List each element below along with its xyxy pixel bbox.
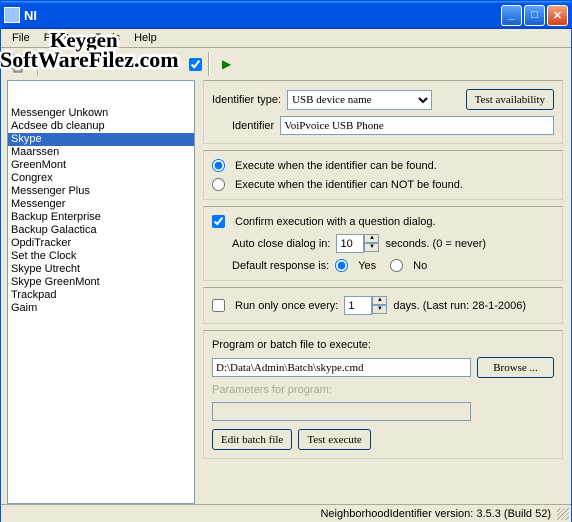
exec-found-label: Execute when the identifier can be found… [235,160,437,172]
sidebar-item[interactable]: Messenger [8,198,194,211]
spinner-up-icon[interactable]: ▲ [372,296,387,305]
run-once-spinner[interactable]: ▲ ▼ [344,296,387,315]
run-once-suffix: days. (Last run: 28-1-2006) [393,300,526,312]
program-label: Program or batch file to execute: [212,339,371,351]
run-once-label: Run only once every: [235,300,338,312]
menubar: File Profiles Tools Help [1,29,571,48]
sidebar-item[interactable]: OpdiTracker [8,237,194,250]
run-once-checkbox[interactable] [212,299,225,312]
run-once-input[interactable] [344,296,372,315]
program-path-input[interactable] [212,358,471,377]
app-icon [4,7,20,23]
sidebar-item[interactable]: Trackpad [8,289,194,302]
confirm-label: Confirm execution with a question dialog… [235,216,436,228]
maximize-button[interactable]: □ [524,5,545,26]
exec-found-radio[interactable] [212,159,225,172]
minimize-button[interactable]: _ [501,5,522,26]
content-area: Messenger UnkownAcdsee db cleanupSkypeMa… [1,80,571,504]
exec-not-found-label: Execute when the identifier can NOT be f… [235,179,463,191]
sidebar-item[interactable]: Skype Utrecht [8,263,194,276]
response-no-radio[interactable] [390,259,403,272]
toolbar-separator [208,52,210,76]
no-label: No [413,260,427,272]
confirm-checkbox[interactable] [212,215,225,228]
run-once-group: Run only once every: ▲ ▼ days. (Last run… [203,287,563,324]
close-button[interactable]: ✕ [547,5,568,26]
sidebar-item[interactable]: Gaim [8,302,194,315]
statusbar: NeighborhoodIdentifier version: 3.5.3 (B… [1,504,571,522]
sidebar-item[interactable]: Set the Clock [8,250,194,263]
identifier-type-label: Identifier type: [212,94,281,106]
auto-close-spinner[interactable]: ▲ ▼ [336,234,379,253]
edit-batch-button[interactable]: Edit batch file [212,429,292,450]
identifier-input[interactable] [280,116,554,135]
sidebar-item[interactable]: GreenMont [8,159,194,172]
resize-grip-icon[interactable] [557,508,569,520]
menu-help[interactable]: Help [127,30,164,46]
sidebar-item[interactable]: Acdsee db cleanup [8,120,194,133]
identifier-label: Identifier [232,120,274,132]
params-input [212,402,471,421]
profile-list[interactable]: Messenger UnkownAcdsee db cleanupSkypeMa… [7,80,195,504]
spinner-up-icon[interactable]: ▲ [364,234,379,243]
menu-file[interactable]: File [5,30,37,46]
monitor-icon[interactable] [7,52,31,76]
params-label: Parameters for program: [212,384,332,396]
sidebar-item[interactable]: Skype [8,133,194,146]
play-icon[interactable]: ▶ [222,57,231,71]
identifier-type-select[interactable]: USB device name [287,90,432,110]
menu-tools[interactable]: Tools [87,30,127,46]
identifier-group: Identifier type: USB device name Test av… [203,80,563,144]
sidebar-item[interactable]: Skype GreenMont [8,276,194,289]
sidebar-item[interactable]: Messenger Plus [8,185,194,198]
status-text: NeighborhoodIdentifier version: 3.5.3 (B… [320,508,551,520]
spinner-down-icon[interactable]: ▼ [364,243,379,252]
app-window: NI _ □ ✕ File Profiles Tools Help ▶ Keyg… [0,0,572,522]
response-yes-radio[interactable] [335,259,348,272]
sidebar-item[interactable]: Backup Enterprise [8,211,194,224]
sidebar-item[interactable]: Messenger Unkown [8,107,194,120]
titlebar: NI _ □ ✕ [1,1,571,29]
auto-close-suffix: seconds. (0 = never) [385,238,486,250]
program-group: Program or batch file to execute: Browse… [203,330,563,459]
sidebar-item[interactable]: Congrex [8,172,194,185]
test-availability-button[interactable]: Test availability [466,89,554,110]
auto-close-input[interactable] [336,234,364,253]
toolbar: ▶ [1,48,571,80]
yes-label: Yes [358,260,376,272]
toolbar-checkbox[interactable] [189,58,202,71]
browse-button[interactable]: Browse ... [477,357,554,378]
sidebar-item[interactable]: Maarssen [8,146,194,159]
sidebar-item[interactable]: Backup Galactica [8,224,194,237]
execute-condition-group: Execute when the identifier can be found… [203,150,563,200]
toolbar-separator [37,52,39,76]
spinner-down-icon[interactable]: ▼ [372,305,387,314]
default-response-label: Default response is: [232,260,329,272]
test-execute-button[interactable]: Test execute [298,429,371,450]
confirm-group: Confirm execution with a question dialog… [203,206,563,281]
exec-not-found-radio[interactable] [212,178,225,191]
menu-profiles[interactable]: Profiles [37,30,88,46]
auto-close-label: Auto close dialog in: [232,238,330,250]
window-title: NI [24,8,501,23]
main-panel: Identifier type: USB device name Test av… [199,80,571,504]
